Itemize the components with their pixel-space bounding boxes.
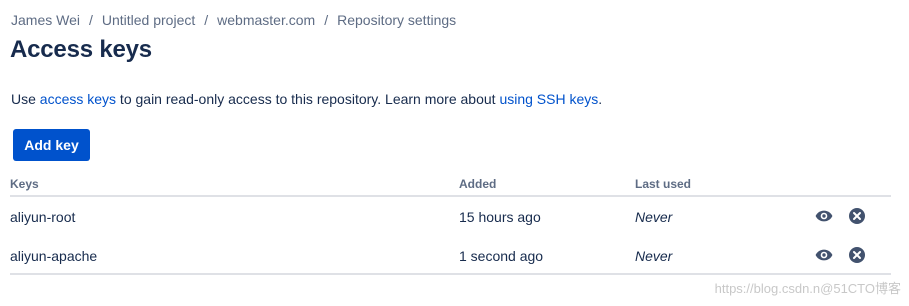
breadcrumb-item-repository[interactable]: webmaster.com bbox=[217, 12, 315, 28]
close-circle-icon[interactable] bbox=[848, 207, 866, 225]
breadcrumb-item-settings[interactable]: Repository settings bbox=[337, 12, 456, 28]
watermark: https://blog.csdn.n@51CTO博客 bbox=[714, 281, 901, 296]
breadcrumb-separator: / bbox=[324, 12, 329, 28]
key-last-used: Never bbox=[635, 248, 673, 264]
intro-suffix: . bbox=[598, 91, 603, 107]
key-name: aliyun-apache bbox=[10, 248, 98, 264]
eye-icon[interactable] bbox=[815, 207, 833, 225]
key-added: 15 hours ago bbox=[459, 209, 541, 225]
close-circle-icon[interactable] bbox=[848, 246, 866, 264]
intro-middle: to gain read-only access to this reposit… bbox=[116, 91, 500, 107]
intro-prefix: Use bbox=[11, 91, 40, 107]
eye-icon[interactable] bbox=[815, 246, 833, 264]
key-name: aliyun-root bbox=[10, 209, 76, 225]
breadcrumb-item-project[interactable]: Untitled project bbox=[102, 12, 195, 28]
column-header-added: Added bbox=[459, 177, 497, 191]
column-header-keys: Keys bbox=[10, 177, 39, 191]
intro-text: Use access keys to gain read-only access… bbox=[11, 91, 602, 107]
breadcrumb-separator: / bbox=[88, 12, 93, 28]
add-key-button[interactable]: Add key bbox=[13, 129, 90, 161]
breadcrumb: James Wei / Untitled project / webmaster.com… bbox=[11, 12, 456, 28]
table-row: aliyun-root 15 hours ago Never bbox=[10, 197, 891, 236]
column-header-last-used: Last used bbox=[635, 177, 692, 191]
access-keys-table: Keys Added Last used aliyun-root 15 hour… bbox=[10, 176, 891, 275]
table-row: aliyun-apache 1 second ago Never bbox=[10, 236, 891, 275]
key-last-used: Never bbox=[635, 209, 673, 225]
page-title: Access keys bbox=[10, 36, 152, 63]
using-ssh-keys-link[interactable]: using SSH keys bbox=[499, 91, 598, 107]
access-keys-link[interactable]: access keys bbox=[40, 91, 116, 107]
breadcrumb-item-user[interactable]: James Wei bbox=[11, 12, 80, 28]
table-header: Keys Added Last used bbox=[10, 176, 891, 197]
breadcrumb-separator: / bbox=[204, 12, 209, 28]
key-added: 1 second ago bbox=[459, 248, 544, 264]
